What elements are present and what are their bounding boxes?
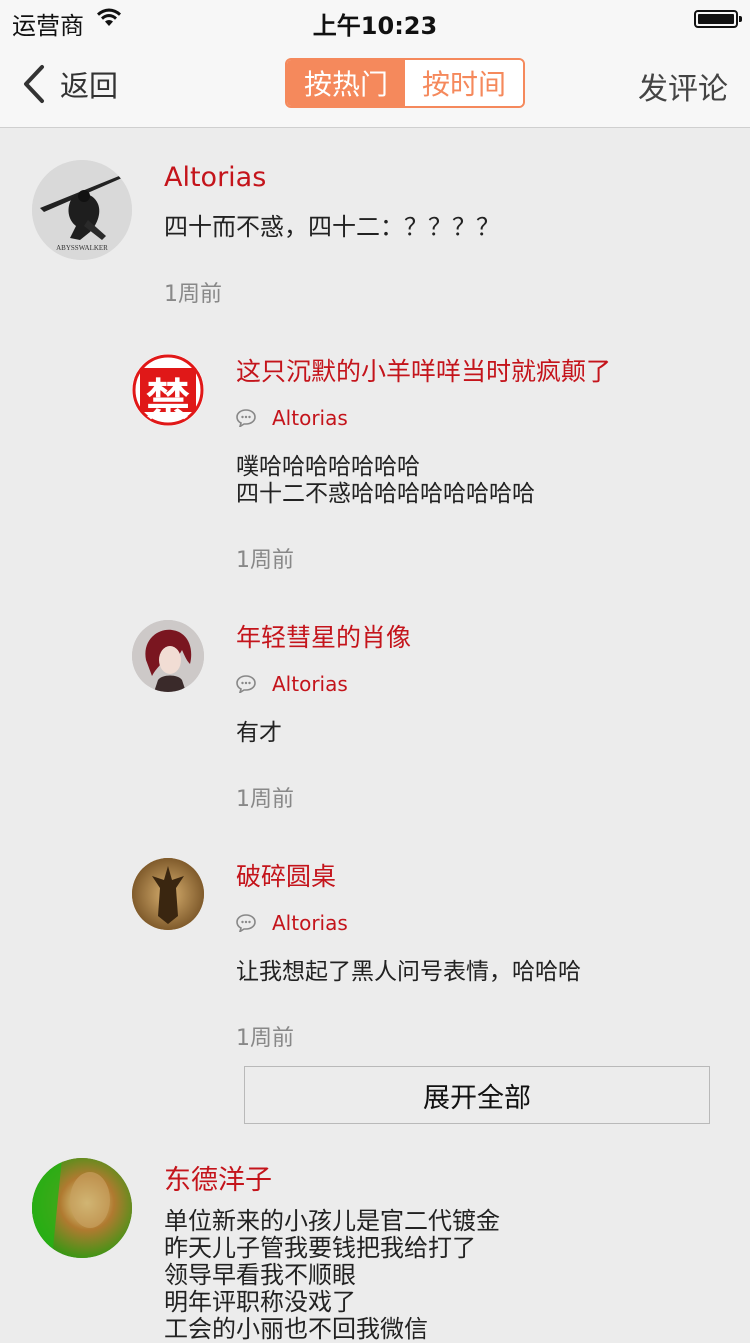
reply-text: 噗哈哈哈哈哈哈哈 四十二不惑哈哈哈哈哈哈哈哈 [236, 454, 535, 507]
reply-to-user[interactable]: Altorias [272, 672, 348, 696]
chevron-left-icon [24, 65, 44, 103]
reply-to: Altorias [236, 406, 348, 430]
comment-username[interactable]: 东德洋子 [164, 1158, 272, 1197]
reply-username[interactable]: 这只沉默的小羊咩咩当时就疯颠了 [236, 352, 611, 388]
reply-time: 1周前 [236, 1026, 294, 1051]
comment-time: 1周前 [164, 282, 222, 307]
reply-username[interactable]: 年轻彗星的肖像 [236, 618, 411, 654]
reply-to: Altorias [236, 911, 348, 935]
reply-to-user[interactable]: Altorias [272, 911, 348, 935]
reply-text: 有才 [236, 720, 282, 746]
nav-bar: 返回 按热门 按时间 发评论 [0, 40, 750, 128]
avatar[interactable]: ABYSSWALKER [32, 160, 132, 260]
reply-time: 1周前 [236, 548, 294, 573]
reply-time: 1周前 [236, 787, 294, 812]
back-button[interactable]: 返回 [22, 62, 118, 106]
battery-icon [694, 10, 742, 28]
reply-to-user[interactable]: Altorias [272, 406, 348, 430]
expand-all-button[interactable]: 展开全部 [244, 1066, 710, 1124]
comment-text: 单位新来的小孩儿是官二代镀金 昨天儿子管我要钱把我给打了 领导早看我不顺眼 明年… [164, 1207, 500, 1343]
comment-text: 四十而不惑，四十二：？？？？ [164, 213, 500, 241]
compose-comment-button[interactable]: 发评论 [638, 64, 728, 108]
chat-bubble-icon [236, 675, 256, 693]
sort-segmented-control: 按热门 按时间 [285, 58, 525, 108]
avatar[interactable]: 禁 [132, 354, 204, 426]
tab-time[interactable]: 按时间 [405, 60, 523, 106]
status-time: 上午10:23 [312, 12, 438, 40]
avatar[interactable] [32, 1158, 132, 1258]
reply-text: 让我想起了黑人问号表情，哈哈哈 [236, 959, 581, 985]
back-label: 返回 [60, 69, 119, 103]
avatar[interactable] [132, 620, 204, 692]
comment-username[interactable]: Altorias [164, 162, 266, 193]
reply-to: Altorias [236, 672, 348, 696]
chat-bubble-icon [236, 914, 256, 932]
status-bar: 运营商 上午10:23 [0, 0, 750, 40]
chat-bubble-icon [236, 409, 256, 427]
avatar[interactable] [132, 858, 204, 930]
avatar-caption: ABYSSWALKER [56, 244, 108, 252]
tab-hot[interactable]: 按热门 [287, 60, 405, 106]
avatar-caption: 禁 [146, 375, 190, 426]
reply-username[interactable]: 破碎圆桌 [236, 857, 336, 893]
